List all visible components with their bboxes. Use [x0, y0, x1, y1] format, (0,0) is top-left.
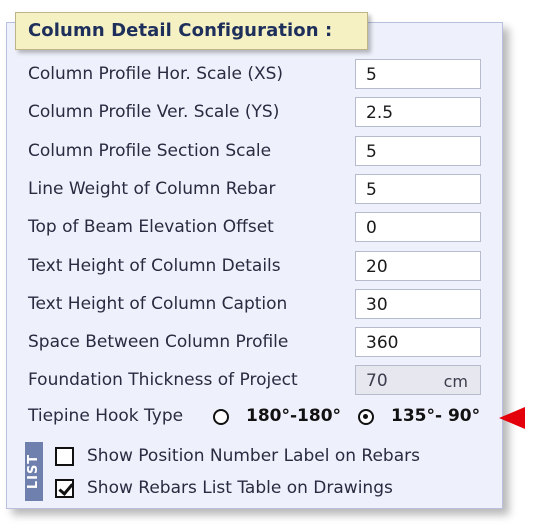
field-row-text-height-caption: Text Height of Column Caption 30: [28, 289, 541, 319]
beam-offset-input[interactable]: 0: [355, 212, 481, 242]
field-label: Column Profile Section Scale: [28, 141, 272, 161]
position-number-checkbox[interactable]: [55, 447, 74, 466]
field-row-beam-offset: Top of Beam Elevation Offset 0: [28, 212, 541, 242]
radio-label-180-180[interactable]: 180°-180°: [246, 406, 341, 426]
foundation-thickness-value: 70: [366, 371, 388, 391]
profile-space-input[interactable]: 360: [355, 327, 481, 357]
field-label: Column Profile Hor. Scale (XS): [28, 64, 284, 84]
radio-label-135-90[interactable]: 135°- 90°: [391, 406, 480, 426]
section-scale-input[interactable]: 5: [355, 136, 481, 166]
hook-type-label: Tiepine Hook Type: [28, 406, 184, 426]
rebars-list-checkbox[interactable]: [55, 479, 74, 498]
field-row-profile-space: Space Between Column Profile 360: [28, 327, 541, 357]
unit-label: cm: [443, 372, 468, 391]
radio-180-180[interactable]: [213, 409, 229, 425]
checkbox-row-rebars-list[interactable]: Show Rebars List Table on Drawings: [55, 476, 495, 502]
field-label: Foundation Thickness of Project: [28, 370, 298, 390]
line-weight-input[interactable]: 5: [355, 174, 481, 204]
field-label: Top of Beam Elevation Offset: [28, 217, 274, 237]
radio-135-90[interactable]: [358, 409, 374, 425]
field-label: Text Height of Column Caption: [28, 294, 288, 314]
checkbox-row-position-number[interactable]: Show Position Number Label on Rebars: [55, 444, 495, 470]
text-height-details-input[interactable]: 20: [355, 251, 481, 281]
field-label: Line Weight of Column Rebar: [28, 179, 276, 199]
list-tag: LIST: [25, 442, 43, 501]
hor-scale-input[interactable]: 5: [355, 59, 481, 89]
field-row-section-scale: Column Profile Section Scale 5: [28, 136, 541, 166]
field-label: Column Profile Ver. Scale (YS): [28, 102, 280, 122]
text-height-caption-input[interactable]: 30: [355, 289, 481, 319]
section-title: Column Detail Configuration :: [15, 12, 368, 50]
list-tag-text: LIST: [26, 453, 42, 490]
foundation-thickness-input: 70 cm: [355, 365, 481, 395]
field-row-text-height-details: Text Height of Column Details 20: [28, 251, 541, 281]
field-row-ver-scale: Column Profile Ver. Scale (YS) 2.5: [28, 97, 541, 127]
field-row-hor-scale: Column Profile Hor. Scale (XS) 5: [28, 59, 541, 89]
rebars-list-label[interactable]: Show Rebars List Table on Drawings: [87, 478, 393, 498]
field-row-foundation-thickness: Foundation Thickness of Project 70 cm: [28, 365, 541, 395]
field-row-line-weight: Line Weight of Column Rebar 5: [28, 174, 541, 204]
position-number-label[interactable]: Show Position Number Label on Rebars: [87, 446, 420, 466]
field-label: Space Between Column Profile: [28, 332, 289, 352]
red-arrow-left-icon: [499, 407, 525, 429]
hook-type-row: Tiepine Hook Type 180°-180° 135°- 90°: [28, 405, 508, 431]
ver-scale-input[interactable]: 2.5: [355, 97, 481, 127]
field-label: Text Height of Column Details: [28, 256, 281, 276]
